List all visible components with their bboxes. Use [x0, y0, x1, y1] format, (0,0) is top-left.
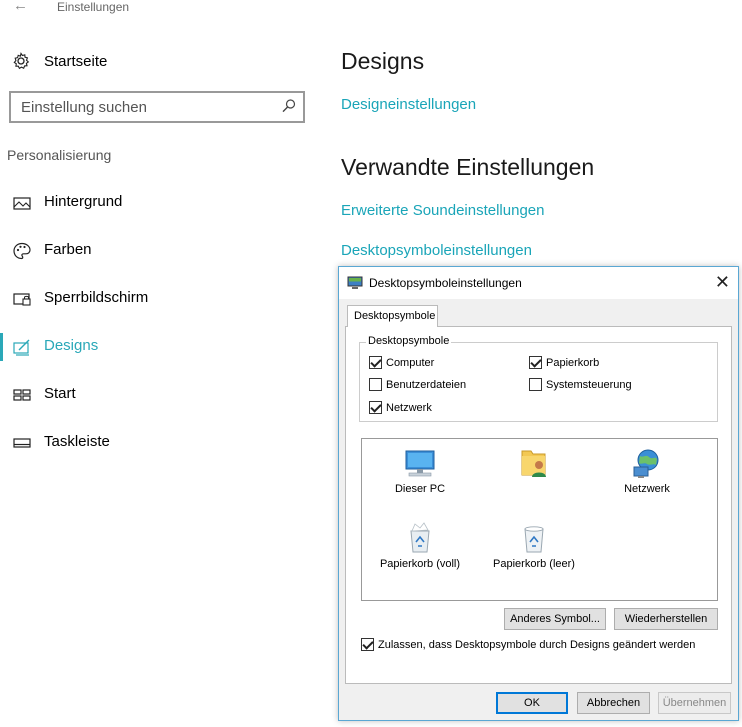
- sidebar-item-hintergrund[interactable]: Hintergrund: [0, 189, 300, 217]
- sidebar-item-label: Start: [44, 385, 76, 402]
- icon-label: Papierkorb (leer): [493, 558, 575, 570]
- sidebar-item-label: Designs: [44, 337, 99, 354]
- design-settings-link[interactable]: Designeinstellungen: [341, 96, 476, 113]
- recycle-bin-full-icon: [410, 522, 430, 553]
- desktop-icon-settings-dialog: Desktopsymboleinstellungen ✕ Desktopsymb…: [338, 266, 739, 721]
- icon-papierkorb-voll[interactable]: Papierkorb (voll): [365, 518, 475, 570]
- checkbox-benutzerdateien[interactable]: Benutzerdateien: [369, 378, 466, 391]
- icon-dieser-pc[interactable]: Dieser PC: [365, 443, 475, 495]
- active-indicator: [0, 333, 3, 361]
- checkbox-box[interactable]: [529, 378, 542, 391]
- home-label: Startseite: [44, 52, 108, 70]
- app-title: Einstellungen: [57, 0, 130, 14]
- sidebar-item-sperrbildschirm[interactable]: Sperrbildschirm: [0, 285, 300, 313]
- checkbox-papierkorb[interactable]: Papierkorb: [529, 356, 599, 369]
- search-placeholder: Einstellung suchen: [21, 99, 147, 116]
- lockscreen-icon: [13, 293, 31, 306]
- close-icon[interactable]: ✕: [715, 272, 730, 293]
- icon-label: Dieser PC: [394, 483, 446, 495]
- checkbox-systemsteuerung[interactable]: Systemsteuerung: [529, 378, 632, 391]
- icon-user-files[interactable]: [479, 443, 589, 483]
- sidebar-item-label: Sperrbildschirm: [44, 289, 149, 306]
- checkbox-box[interactable]: [369, 378, 382, 391]
- icon-netzwerk[interactable]: Netzwerk: [592, 443, 702, 495]
- sound-settings-link[interactable]: Erweiterte Soundeinstellungen: [341, 202, 544, 219]
- desktop-settings-icon: [347, 276, 363, 289]
- checkbox-label: Papierkorb: [546, 356, 600, 369]
- apply-button[interactable]: Übernehmen: [658, 692, 731, 714]
- palette-icon: [13, 242, 31, 260]
- desktop-icon-list[interactable]: Dieser PC Netzwerk Papierkorb (voll) Pap…: [361, 438, 718, 601]
- related-settings-heading: Verwandte Einstellungen: [341, 154, 595, 180]
- sidebar-item-farben[interactable]: Farben: [0, 237, 300, 265]
- desktop-icon-settings-link[interactable]: Desktopsymboleinstellungen: [341, 242, 532, 259]
- restore-default-button[interactable]: Wiederherstellen: [614, 608, 718, 630]
- tab-desktopsymbole[interactable]: Desktopsymbole: [347, 305, 438, 327]
- user-folder-icon: [521, 450, 546, 477]
- sidebar-item-label: Hintergrund: [44, 193, 123, 210]
- ok-button[interactable]: OK: [496, 692, 568, 714]
- picture-icon: [13, 197, 31, 210]
- search-icon: [282, 99, 296, 113]
- start-icon: [13, 389, 31, 401]
- sidebar-item-start[interactable]: Start: [0, 381, 300, 409]
- gear-icon: [13, 52, 30, 70]
- checkbox-label: Systemsteuerung: [546, 378, 632, 391]
- change-icon-button[interactable]: Anderes Symbol...: [504, 608, 606, 630]
- back-arrow-icon[interactable]: ←: [13, 0, 28, 14]
- checkbox-box[interactable]: [369, 356, 382, 369]
- dialog-title-bar: Desktopsymboleinstellungen ✕: [339, 267, 738, 299]
- icon-label: Netzwerk: [624, 483, 670, 495]
- icon-label: Papierkorb (voll): [379, 558, 461, 570]
- sidebar-item-label: Farben: [44, 241, 92, 258]
- checkbox-box[interactable]: [361, 638, 374, 651]
- settings-search-input[interactable]: Einstellung suchen: [9, 91, 305, 123]
- checkbox-computer[interactable]: Computer: [369, 356, 434, 369]
- allow-themes-checkbox[interactable]: Zulassen, dass Desktopsymbole durch Desi…: [361, 638, 695, 651]
- checkbox-netzwerk[interactable]: Netzwerk: [369, 401, 432, 414]
- checkbox-label: Netzwerk: [386, 401, 432, 414]
- checkbox-label: Benutzerdateien: [386, 378, 467, 391]
- checkbox-box[interactable]: [369, 401, 382, 414]
- group-title: Desktopsymbole: [366, 335, 452, 347]
- sidebar-item-designs[interactable]: Designs: [0, 333, 300, 361]
- checkbox-box[interactable]: [529, 356, 542, 369]
- checkbox-label: Zulassen, dass Desktopsymbole durch Desi…: [378, 638, 696, 651]
- home-link[interactable]: Startseite: [12, 50, 107, 72]
- cancel-button[interactable]: Abbrechen: [577, 692, 650, 714]
- page-title: Designs: [341, 48, 425, 74]
- title-bar: ← Einstellungen: [0, 0, 742, 18]
- checkbox-label: Computer: [386, 356, 435, 369]
- recycle-bin-empty-icon: [524, 526, 544, 553]
- dialog-title: Desktopsymboleinstellungen: [369, 276, 522, 290]
- computer-icon: [405, 450, 435, 477]
- section-personalization: Personalisierung: [7, 147, 112, 163]
- sidebar-item-label: Taskleiste: [44, 433, 110, 450]
- icon-papierkorb-leer[interactable]: Papierkorb (leer): [479, 518, 589, 570]
- network-icon: [633, 449, 659, 478]
- taskbar-icon: [13, 438, 31, 448]
- designs-icon: [13, 339, 30, 356]
- sidebar-item-taskleiste[interactable]: Taskleiste: [0, 429, 300, 457]
